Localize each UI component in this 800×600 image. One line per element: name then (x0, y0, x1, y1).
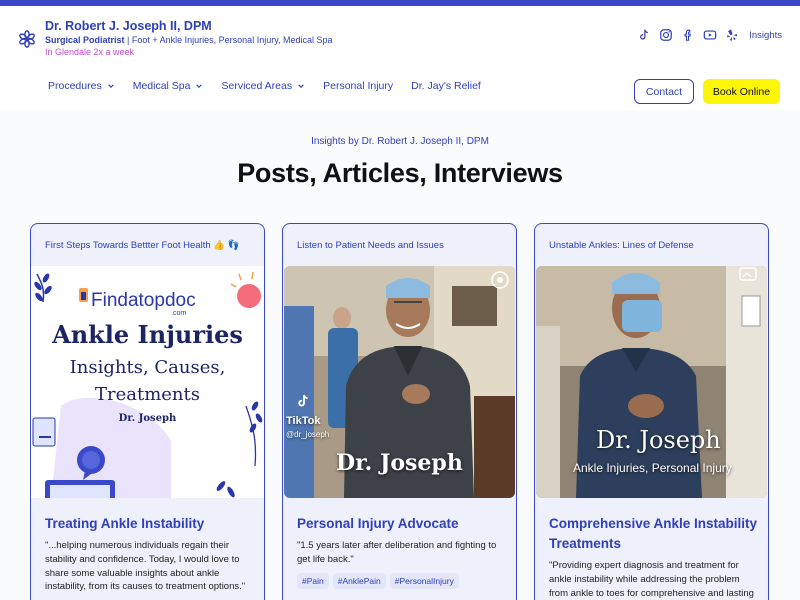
post-card-2[interactable]: Listen to Patient Needs and Issues TikTo… (282, 223, 517, 600)
doctor-name[interactable]: Dr. Robert J. Joseph II, DPM (45, 19, 212, 33)
graphic-headline: Ankle Injuries (52, 320, 243, 349)
tiktok-handle: @dr_joseph (286, 430, 330, 439)
post-card-1[interactable]: First Steps Towards Bettter Foot Health … (30, 223, 265, 600)
card-graphic[interactable]: Findatopdoc .com Ankle Injuries Insights… (31, 266, 264, 498)
site-header: Dr. Robert J. Joseph II, DPM Surgical Po… (0, 6, 800, 110)
insights-section: Insights by Dr. Robert J. Joseph II, DPM… (0, 110, 800, 600)
subtitle-services: | Foot + Ankle Injuries, Personal Injury… (124, 35, 333, 45)
video-overlay-name: Dr. Joseph (336, 450, 463, 476)
graphic-line-3: Treatments (94, 384, 200, 405)
card-excerpt: "1.5 years later after deliberation and … (297, 540, 497, 565)
card-excerpt: "...helping numerous individuals regain … (45, 540, 246, 593)
nav-serviced-areas-label: Serviced Areas (221, 80, 293, 92)
section-eyebrow: Insights by Dr. Robert J. Joseph II, DPM (311, 136, 489, 147)
doctor-subtitle: Surgical Podiatrist | Foot + Ankle Injur… (45, 35, 333, 45)
card-title[interactable]: Treating Ankle Instability (45, 514, 255, 534)
card-video-thumbnail[interactable]: Dr. Joseph Ankle Injuries, Personal Inju… (536, 266, 767, 498)
nav-personal-injury[interactable]: Personal Injury (323, 80, 393, 92)
nav-personal-injury-label: Personal Injury (323, 80, 394, 92)
asterisk-logo-icon[interactable] (18, 30, 36, 48)
video-overlay-name: Dr. Joseph (596, 426, 721, 454)
findatopdoc-logo: Findatopdoc (91, 290, 196, 312)
book-online-button[interactable]: Book Online (703, 79, 780, 104)
contact-button[interactable]: Contact (634, 79, 694, 104)
card-top-label: Listen to Patient Needs and Issues (297, 240, 444, 251)
yelp-icon[interactable] (725, 28, 739, 42)
subtitle-specialty: Surgical Podiatrist (45, 35, 125, 45)
graphic-byline: Dr. Joseph (118, 413, 177, 424)
leaf-decoration-icon (34, 273, 52, 303)
brand-name: Findatopdoc (91, 290, 196, 311)
nav-medical-spa[interactable]: Medical Spa (133, 80, 204, 92)
tag-ankle-pain[interactable]: #AnklePain (332, 573, 386, 589)
card-title[interactable]: Personal Injury Advocate (297, 514, 507, 534)
chevron-down-icon (298, 84, 304, 88)
youtube-icon[interactable] (703, 28, 717, 42)
tag-personal-injury[interactable]: #PersonalInjury (389, 573, 459, 589)
chevron-down-icon (107, 84, 114, 88)
nav-serviced-areas[interactable]: Serviced Areas (221, 80, 305, 92)
nav-medical-spa-label: Medical Spa (132, 80, 191, 92)
location-note: In Glendale 2x a week (45, 47, 135, 57)
tiktok-logo-icon (298, 394, 308, 407)
card-top-label: Unstable Ankles: Lines of Defense (549, 240, 694, 251)
card-title[interactable]: Comprehensive Ankle Instability Treatmen… (549, 514, 759, 553)
video-overlay-subtitle: Ankle Injuries, Personal Injury (573, 461, 732, 475)
tiktok-icon[interactable] (637, 28, 651, 42)
nav-dr-jays-relief-label: Dr. Jay's Relief (411, 80, 481, 92)
card-top-label: First Steps Towards Bettter Foot Health … (45, 240, 240, 251)
social-links: Insights (637, 28, 782, 42)
tag-pain[interactable]: #Pain (297, 573, 329, 589)
nav-dr-jays-relief[interactable]: Dr. Jay's Relief (411, 80, 481, 92)
page-title: Posts, Articles, Interviews (237, 158, 563, 188)
nav-procedures[interactable]: Procedures (48, 80, 115, 92)
nav-procedures-label: Procedures (48, 80, 102, 92)
card-excerpt: "Providing expert diagnosis and treatmen… (549, 560, 754, 599)
main-nav: Procedures Medical Spa Serviced Areas Pe… (48, 80, 499, 92)
instagram-icon[interactable] (659, 28, 673, 42)
tiktok-label: TikTok (286, 415, 321, 427)
brand-suffix: .com (171, 310, 187, 317)
card-video-thumbnail[interactable]: TikTok @dr_joseph Dr. Joseph (284, 266, 515, 498)
chevron-down-icon (196, 84, 203, 88)
graphic-line-2: Insights, Causes, (69, 357, 226, 378)
post-card-3[interactable]: Unstable Ankles: Lines of Defense Dr. Jo… (534, 223, 769, 600)
insights-link[interactable]: Insights (749, 30, 782, 41)
facebook-icon[interactable] (681, 28, 695, 42)
tag-list: #Pain #AnklePain #PersonalInjury (297, 573, 459, 589)
